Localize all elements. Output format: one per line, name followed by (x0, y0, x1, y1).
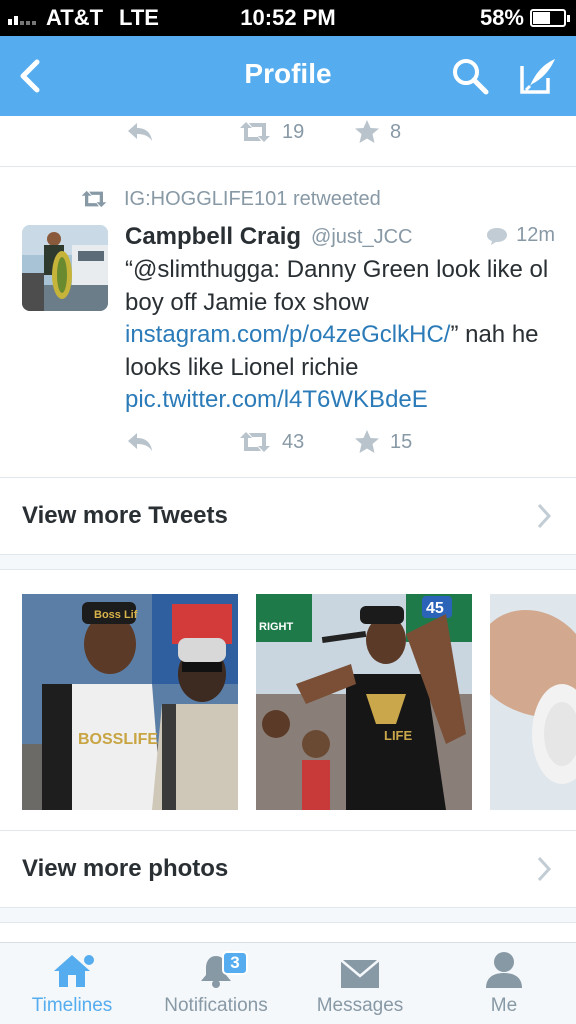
retweet-icon (240, 122, 270, 142)
tab-notifications[interactable]: 3 Notifications (144, 943, 288, 1024)
battery-icon (530, 9, 570, 27)
tab-messages[interactable]: Messages (288, 943, 432, 1024)
author-name[interactable]: Campbell Craig (125, 223, 301, 251)
tweet-text-part: “@slimthugga: Danny Green look like ol b… (125, 256, 549, 316)
tweet-header: Campbell Craig @just_JCC 12m (125, 222, 555, 252)
search-button[interactable] (448, 54, 492, 98)
favorite-count: 8 (390, 120, 402, 143)
favorite-button[interactable]: 8 (354, 115, 401, 149)
photo-shirt-text: LIFE (384, 728, 412, 743)
photo-image (490, 594, 576, 810)
notification-badge: 3 (222, 951, 248, 975)
status-bar: AT&T LTE 10:52 PM 58% (0, 0, 576, 36)
tab-label: Notifications (164, 995, 268, 1016)
tab-bar: Timelines 3 Notifications Messages Me (0, 942, 576, 1024)
compose-button[interactable] (516, 54, 560, 98)
tab-timelines[interactable]: Timelines (0, 943, 144, 1024)
reply-button[interactable] (126, 115, 154, 149)
battery-percent: 58% (479, 5, 524, 30)
retweet-icon (81, 190, 107, 208)
tab-label: Messages (316, 995, 404, 1016)
avatar-image (22, 225, 108, 311)
retweet-count: 19 (282, 120, 305, 143)
view-more-tweets-label: View more Tweets (22, 502, 228, 529)
tweet-time: 12m (516, 224, 555, 246)
section-separator (0, 554, 576, 570)
previous-tweet-actions: 19 8 (0, 115, 576, 149)
new-items-dot (84, 955, 94, 965)
divider (0, 166, 576, 167)
favorite-button[interactable]: 15 (354, 425, 412, 459)
tab-me[interactable]: Me (432, 943, 576, 1024)
author-handle[interactable]: @just_JCC (311, 226, 412, 249)
retweet-count: 43 (282, 430, 305, 453)
photo-shirt-text: BOSSLIFE (78, 731, 158, 748)
reply-icon (128, 433, 152, 451)
view-more-tweets-row[interactable]: View more Tweets (0, 478, 576, 554)
retweet-button[interactable]: 43 (238, 425, 304, 459)
photo-image: RIGHT 45 LIFE (256, 594, 472, 810)
tab-label: Me (490, 995, 518, 1016)
favorite-count: 15 (390, 430, 413, 453)
tab-label: Timelines (31, 995, 113, 1016)
star-icon (355, 430, 379, 453)
tweet-link[interactable]: pic.twitter.com/l4T6WKBdeE (125, 386, 428, 413)
search-icon (453, 59, 489, 95)
chevron-right-icon (537, 856, 552, 882)
photo-thumbnail[interactable]: Boss Lif BOSSLIFE (22, 594, 238, 810)
avatar[interactable] (22, 225, 108, 311)
chevron-right-icon (537, 503, 552, 529)
view-more-photos-row[interactable]: View more photos (0, 831, 576, 907)
photo-thumbnail[interactable]: RIGHT 45 LIFE (256, 594, 472, 810)
tweet-text: “@slimthugga: Danny Green look like ol b… (125, 254, 565, 417)
reply-button[interactable] (126, 425, 154, 459)
photo-cap-text: Boss Lif (94, 609, 138, 621)
view-more-photos-label: View more photos (22, 855, 229, 882)
nav-bar: Profile (0, 36, 576, 116)
tweet-actions: 43 15 (0, 425, 576, 459)
photo-thumbnail[interactable] (490, 594, 576, 810)
photo-image: Boss Lif BOSSLIFE (22, 594, 238, 810)
envelope-icon (340, 959, 380, 988)
retweeted-by-label: IG:HOGGLIFE101 retweeted (124, 187, 381, 210)
retweet-button[interactable]: 19 (238, 115, 304, 149)
tweet-link[interactable]: instagram.com/p/o4zeGclkHC/ (125, 321, 450, 348)
section-separator (0, 907, 576, 923)
retweeted-by: IG:HOGGLIFE101 retweeted (80, 184, 381, 214)
photo-sign-label: RIGHT (259, 621, 294, 633)
tweet-timestamp: 12m (486, 224, 555, 247)
star-icon (355, 120, 379, 143)
retweet-icon (240, 432, 270, 452)
conversation-icon (487, 227, 508, 245)
battery-level (533, 12, 550, 24)
compose-icon (520, 59, 555, 94)
photo-sign-number: 45 (426, 600, 444, 617)
reply-icon (128, 123, 152, 141)
person-icon (486, 952, 522, 988)
